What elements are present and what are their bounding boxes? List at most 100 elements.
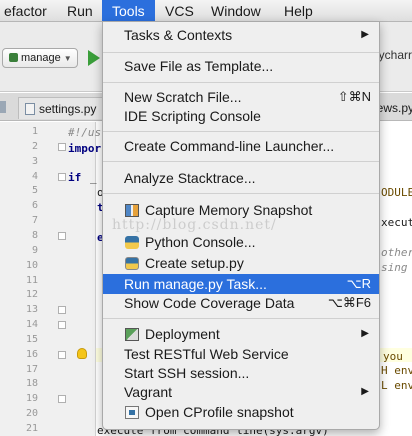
line-number: 15 — [25, 333, 38, 345]
menu-window[interactable]: Window — [201, 0, 271, 22]
menu-run[interactable]: Run — [57, 0, 103, 22]
line-number: 17 — [25, 363, 38, 375]
tab-label: settings.py — [39, 102, 97, 116]
menu-separator — [103, 318, 379, 319]
menu-item-label: Save File as Template... — [124, 58, 274, 74]
python-file-icon — [25, 103, 35, 115]
fold-marker-icon[interactable] — [58, 395, 66, 404]
line-number: 18 — [25, 378, 38, 390]
code-fragment: other — [381, 246, 412, 259]
line-number: 12 — [25, 289, 38, 301]
line-number: 14 — [25, 319, 38, 331]
menu-item-shortcut: ⌥⌘F6 — [327, 295, 371, 310]
python-setup-icon — [125, 257, 139, 270]
menu-item-analyze-stacktrace[interactable]: Analyze Stacktrace... — [103, 168, 379, 188]
menu-item-run-manage[interactable]: Run manage.py Task... ⌥R — [103, 274, 379, 294]
menu-item-deployment[interactable]: Deployment ▶ — [103, 324, 379, 344]
menu-separator — [103, 82, 379, 83]
menu-separator — [103, 131, 379, 132]
menu-item-new-scratch[interactable]: New Scratch File... ⇧⌘N — [103, 87, 379, 107]
code-fragment: H env — [381, 364, 412, 377]
line-number: 2 — [31, 140, 38, 152]
fold-marker-icon[interactable] — [58, 350, 66, 359]
project-title-fragment: ycharr — [378, 48, 412, 62]
watermark: http://blog.csdn.net/ — [112, 217, 277, 233]
menu-item-label: Deployment — [145, 326, 220, 342]
tab-settings-py[interactable]: settings.py — [18, 97, 104, 119]
fold-marker-icon[interactable] — [58, 231, 66, 240]
line-number: 8 — [31, 229, 38, 241]
django-icon — [9, 53, 18, 62]
fold-marker-icon[interactable] — [58, 172, 66, 181]
menu-item-label: Show Code Coverage Data — [124, 295, 295, 311]
menu-item-label: Create setup.py — [145, 255, 244, 271]
menu-item-label: Test RESTful Web Service — [124, 346, 289, 362]
menu-tools[interactable]: Tools — [102, 0, 155, 22]
menu-item-test-rest[interactable]: Test RESTful Web Service — [103, 344, 379, 364]
menu-item-label: Python Console... — [145, 234, 256, 250]
code-line-4: _ — [90, 171, 97, 184]
line-number: 19 — [25, 393, 38, 405]
run-config-label: manage — [21, 52, 61, 64]
menu-item-shortcut: ⇧⌘N — [337, 89, 371, 104]
menu-item-shortcut: ⌥R — [346, 276, 371, 291]
menu-item-label: Create Command-line Launcher... — [124, 138, 335, 154]
menu-item-python-console[interactable]: Python Console... — [103, 232, 379, 252]
menu-item-label: Run manage.py Task... — [124, 276, 267, 292]
menu-item-label: Vagrant — [124, 384, 172, 400]
menu-item-vagrant[interactable]: Vagrant ▶ — [103, 382, 379, 402]
menu-item-cprofile[interactable]: Open CProfile snapshot — [103, 402, 379, 422]
submenu-arrow-icon: ▶ — [361, 328, 369, 339]
code-fragment: sing — [381, 261, 408, 274]
fold-marker-icon[interactable] — [58, 142, 66, 151]
menu-vcs[interactable]: VCS — [155, 0, 204, 22]
menu-item-cmd-launcher[interactable]: Create Command-line Launcher... — [103, 136, 379, 156]
menu-separator — [103, 161, 379, 162]
line-number: 9 — [31, 244, 38, 256]
run-configuration-select[interactable]: manage ▼ — [2, 48, 78, 68]
menu-item-save-template[interactable]: Save File as Template... — [103, 56, 379, 76]
menu-item-label: IDE Scripting Console — [124, 108, 261, 124]
submenu-arrow-icon: ▶ — [361, 29, 369, 40]
menu-help[interactable]: Help — [274, 0, 323, 22]
line-number: 1 — [31, 126, 38, 137]
line-number: 13 — [25, 304, 38, 316]
menu-refactor[interactable]: efactor — [0, 0, 57, 22]
cprofile-icon — [125, 406, 139, 419]
line-number: 6 — [31, 200, 38, 212]
lightbulb-icon[interactable] — [77, 348, 87, 359]
line-number: 16 — [25, 348, 38, 360]
menu-item-label: Start SSH session... — [124, 365, 250, 381]
menu-item-label: Open CProfile snapshot — [145, 404, 294, 420]
code-fragment: you — [383, 350, 403, 363]
menu-bar: efactor Run Tools VCS Window Help — [0, 0, 412, 22]
line-number: 5 — [31, 185, 38, 197]
menu-item-ide-scripting[interactable]: IDE Scripting Console — [103, 106, 379, 126]
run-icon[interactable] — [88, 50, 100, 66]
code-fragment: xecut — [381, 216, 412, 229]
menu-item-ssh-session[interactable]: Start SSH session... — [103, 363, 379, 383]
line-number: 20 — [25, 408, 38, 420]
code-fragment: L env — [381, 379, 412, 392]
line-number: 21 — [25, 423, 38, 434]
fold-marker-icon[interactable] — [58, 306, 66, 315]
line-number: 4 — [31, 170, 38, 182]
menu-item-tasks-contexts[interactable]: Tasks & Contexts ▶ — [103, 25, 379, 45]
tab-scroll-icon[interactable] — [0, 101, 6, 113]
code-fragment: ODULE — [381, 186, 412, 199]
menu-separator — [103, 52, 379, 53]
fold-marker-icon[interactable] — [58, 321, 66, 330]
code-line-1: #!/us — [68, 126, 102, 139]
line-number: 3 — [31, 155, 38, 167]
line-number: 7 — [31, 215, 38, 227]
deployment-icon — [125, 328, 139, 341]
submenu-arrow-icon: ▶ — [361, 386, 369, 397]
line-number: 11 — [25, 274, 38, 286]
memory-snapshot-icon — [125, 204, 139, 217]
chevron-down-icon: ▼ — [63, 54, 72, 63]
line-number: 10 — [25, 259, 38, 271]
menu-item-create-setup[interactable]: Create setup.py — [103, 253, 379, 273]
menu-item-code-coverage[interactable]: Show Code Coverage Data ⌥⌘F6 — [103, 293, 379, 313]
menu-item-label: New Scratch File... — [124, 89, 242, 105]
menu-item-label: Tasks & Contexts — [124, 27, 233, 43]
